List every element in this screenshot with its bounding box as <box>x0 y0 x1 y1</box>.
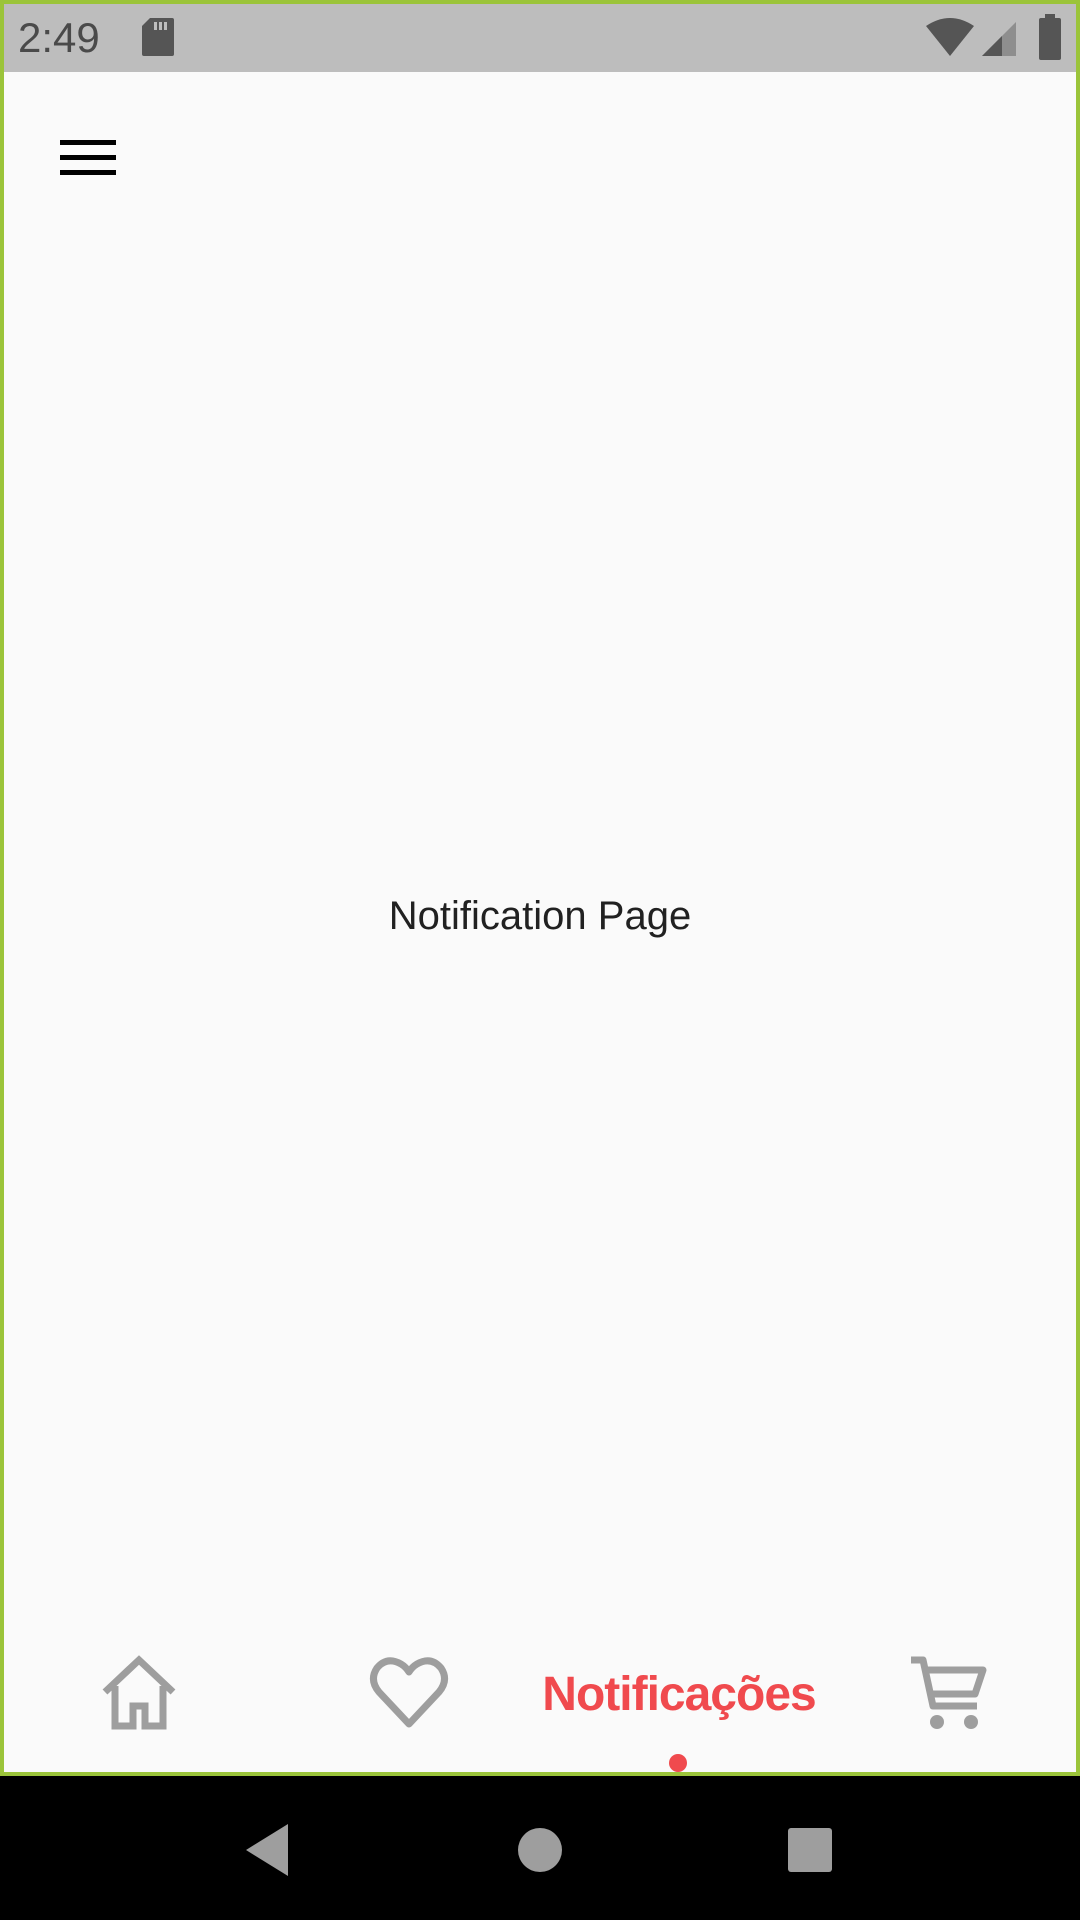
heart-icon <box>370 1657 448 1728</box>
home-circle-icon[interactable] <box>510 1820 570 1880</box>
status-bar: 2:49 <box>4 4 1076 72</box>
nav-item-favorites[interactable] <box>354 1644 464 1744</box>
sd-card-icon <box>142 18 174 56</box>
page-title: Notification Page <box>388 894 692 938</box>
menu-button[interactable] <box>44 122 116 194</box>
hamburger-menu-icon <box>60 140 116 175</box>
nav-item-notifications[interactable]: Notificações <box>524 1644 834 1744</box>
battery-icon <box>1039 14 1061 60</box>
system-navigation-bar <box>0 1776 1080 1920</box>
status-time: 2:49 <box>18 14 100 61</box>
back-icon[interactable] <box>240 1820 300 1880</box>
nav-item-notifications-label: Notificações <box>542 1667 816 1721</box>
home-icon <box>102 1655 176 1730</box>
cell-signal-icon <box>982 22 1016 56</box>
screen: 2:49 Notification Page Notificações <box>0 0 1080 1920</box>
app-frame: 2:49 Notification Page Notificações <box>0 0 1080 1776</box>
recent-apps-icon[interactable] <box>780 1820 840 1880</box>
active-indicator-dot <box>669 1754 687 1772</box>
cart-icon <box>911 1656 987 1729</box>
bottom-navigation: Notificações <box>4 1624 1076 1772</box>
nav-item-home[interactable] <box>84 1644 194 1744</box>
wifi-icon <box>926 18 974 56</box>
nav-item-cart[interactable] <box>894 1644 1004 1744</box>
